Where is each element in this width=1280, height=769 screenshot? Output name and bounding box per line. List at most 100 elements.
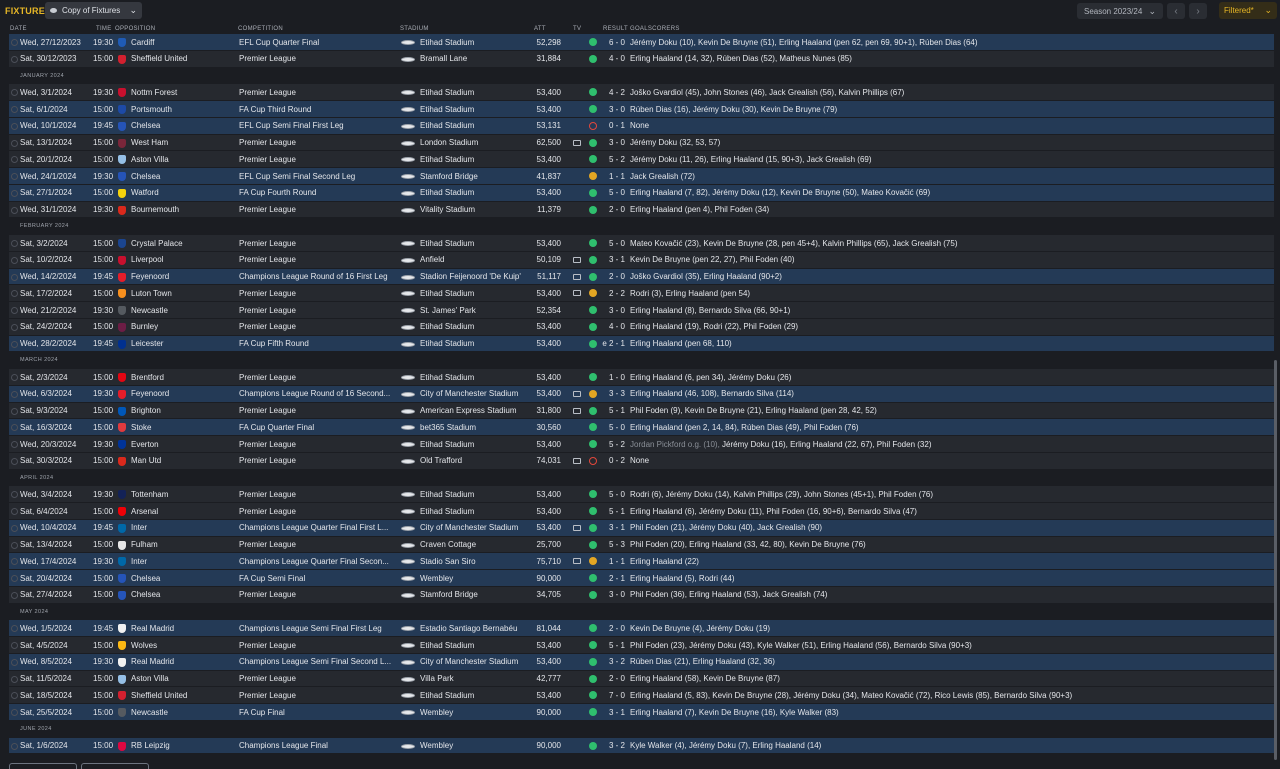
fixture-row[interactable]: Wed, 6/3/2024 19:30 Feyenoord Champions Lea… xyxy=(9,385,1274,403)
fixture-row[interactable]: Wed, 28/2/2024 19:45 Leicester FA Cup Fifth… xyxy=(9,335,1274,353)
competition-link[interactable]: Premier League xyxy=(239,54,296,63)
fixture-row[interactable]: Wed, 17/4/2024 19:30 Inter Champions League… xyxy=(9,553,1274,570)
next-season-button[interactable]: › xyxy=(1189,3,1207,19)
competition-link[interactable]: Premier League xyxy=(239,691,296,700)
opposition-link[interactable]: West Ham xyxy=(131,138,168,147)
match-score[interactable]: 5 - 0 xyxy=(600,188,625,197)
opposition-link[interactable]: Bournemouth xyxy=(131,205,179,214)
row-select-icon[interactable] xyxy=(11,106,18,113)
col-header-competition[interactable]: COMPETITION xyxy=(238,26,283,32)
competition-link[interactable]: EFL Cup Quarter Final xyxy=(239,38,319,47)
fixture-row[interactable]: Sat, 13/1/2024 15:00 West Ham Premier Leagu… xyxy=(9,134,1274,152)
fixture-row[interactable]: Sat, 27/4/2024 15:00 Chelsea Premier League… xyxy=(9,586,1274,604)
fixture-row[interactable]: Wed, 1/5/2024 19:45 Real Madrid Champions L… xyxy=(9,620,1274,637)
fixture-row[interactable]: Sat, 6/4/2024 15:00 Arsenal Premier League E… xyxy=(9,503,1274,520)
competition-link[interactable]: EFL Cup Semi Final Second Leg xyxy=(239,172,355,181)
match-score[interactable]: 2 - 2 xyxy=(600,289,625,298)
competition-link[interactable]: Champions League Quarter Final Secon... xyxy=(239,557,389,566)
opposition-link[interactable]: Liverpool xyxy=(131,255,163,264)
row-select-icon[interactable] xyxy=(11,591,18,599)
competition-link[interactable]: Premier League xyxy=(239,255,296,264)
match-score[interactable]: 0 - 2 xyxy=(600,456,625,465)
bottom-tab-left[interactable] xyxy=(9,763,77,769)
bottom-tab-right[interactable] xyxy=(81,763,149,769)
match-score[interactable]: 3 - 1 xyxy=(600,523,625,532)
fixture-row[interactable]: Sat, 18/5/2024 15:00 Sheffield United Premi… xyxy=(9,687,1274,704)
fixture-row[interactable]: Sat, 9/3/2024 15:00 Brighton Premier League… xyxy=(9,402,1274,420)
view-selector[interactable]: Copy of Fixtures ⌄ xyxy=(45,2,142,19)
fixture-row[interactable]: Sat, 24/2/2024 15:00 Burnley Premier League… xyxy=(9,318,1274,336)
match-score[interactable]: 2 - 0 xyxy=(600,205,625,214)
opposition-link[interactable]: Sheffield United xyxy=(131,54,187,63)
competition-link[interactable]: Premier League xyxy=(239,155,296,164)
row-select-icon[interactable] xyxy=(11,189,18,197)
competition-link[interactable]: EFL Cup Semi Final First Leg xyxy=(239,121,344,130)
competition-link[interactable]: Premier League xyxy=(239,373,296,382)
match-score[interactable]: 7 - 0 xyxy=(600,691,625,700)
competition-link[interactable]: Premier League xyxy=(239,289,296,298)
competition-link[interactable]: Champions League Semi Final Second L... xyxy=(239,657,391,666)
row-select-icon[interactable] xyxy=(11,139,18,147)
match-score[interactable]: 3 - 2 xyxy=(600,741,625,750)
row-select-icon[interactable] xyxy=(11,39,18,46)
match-score[interactable]: 5 - 0 xyxy=(600,490,625,499)
match-score[interactable]: 3 - 0 xyxy=(600,306,625,315)
opposition-link[interactable]: Chelsea xyxy=(131,590,160,599)
match-score[interactable]: 3 - 3 xyxy=(600,389,625,398)
fixture-row[interactable]: Wed, 8/5/2024 19:30 Real Madrid Champions L… xyxy=(9,653,1274,671)
row-select-icon[interactable] xyxy=(11,575,18,582)
prev-season-button[interactable]: ‹ xyxy=(1167,3,1185,19)
competition-link[interactable]: Premier League xyxy=(239,138,296,147)
fixture-row[interactable]: Wed, 21/2/2024 19:30 Newcastle Premier Leag… xyxy=(9,302,1274,319)
match-score[interactable]: 3 - 1 xyxy=(600,255,625,264)
competition-link[interactable]: Premier League xyxy=(239,322,296,331)
match-score[interactable]: 4 - 0 xyxy=(600,322,625,331)
opposition-link[interactable]: Real Madrid xyxy=(131,624,174,633)
fixture-row[interactable]: Sat, 25/5/2024 15:00 Newcastle FA Cup Final… xyxy=(9,704,1274,721)
row-select-icon[interactable] xyxy=(11,558,18,566)
match-score[interactable]: 6 - 0 xyxy=(600,38,625,47)
competition-link[interactable]: FA Cup Final xyxy=(239,708,285,717)
col-header-result[interactable]: RESULT xyxy=(603,26,628,32)
row-select-icon[interactable] xyxy=(11,55,18,63)
row-select-icon[interactable] xyxy=(11,323,18,331)
match-score[interactable]: 2 - 0 xyxy=(600,272,625,281)
row-select-icon[interactable] xyxy=(11,658,18,666)
fixture-row[interactable]: Sat, 1/6/2024 15:00 RB Leipzig Champions Le… xyxy=(9,737,1274,755)
row-select-icon[interactable] xyxy=(11,407,18,415)
scrollbar[interactable] xyxy=(1274,360,1277,760)
fixture-row[interactable]: Sat, 3/2/2024 15:00 Crystal Palace Premier … xyxy=(9,235,1274,252)
opposition-link[interactable]: Inter xyxy=(131,523,147,532)
competition-link[interactable]: FA Cup Third Round xyxy=(239,105,311,114)
competition-link[interactable]: Premier League xyxy=(239,540,296,549)
fixture-row[interactable]: Sat, 30/12/2023 15:00 Sheffield United Prem… xyxy=(9,50,1274,68)
row-select-icon[interactable] xyxy=(11,307,18,314)
competition-link[interactable]: Premier League xyxy=(239,507,296,516)
row-select-icon[interactable] xyxy=(11,692,18,700)
competition-link[interactable]: Champions League Round of 16 Second... xyxy=(239,389,390,398)
competition-link[interactable]: Premier League xyxy=(239,674,296,683)
opposition-link[interactable]: Everton xyxy=(131,440,159,449)
fixture-row[interactable]: Wed, 20/3/2024 19:30 Everton Premier League… xyxy=(9,436,1274,453)
fixture-row[interactable]: Wed, 31/1/2024 19:30 Bournemouth Premier Le… xyxy=(9,201,1274,219)
row-select-icon[interactable] xyxy=(11,256,18,264)
competition-link[interactable]: Champions League Quarter Final First L..… xyxy=(239,523,388,532)
opposition-link[interactable]: Sheffield United xyxy=(131,691,187,700)
competition-link[interactable]: Premier League xyxy=(239,406,296,415)
col-header-goalscorers[interactable]: GOALSCORERS xyxy=(630,26,680,32)
competition-link[interactable]: Premier League xyxy=(239,456,296,465)
col-header-time[interactable]: TIME xyxy=(96,26,112,32)
col-header-date[interactable]: DATE xyxy=(10,26,27,32)
opposition-link[interactable]: Feyenoord xyxy=(131,389,169,398)
fixture-row[interactable]: Sat, 2/3/2024 15:00 Brentford Premier Leagu… xyxy=(9,369,1274,386)
opposition-link[interactable]: Newcastle xyxy=(131,708,168,717)
row-select-icon[interactable] xyxy=(11,290,18,298)
match-score[interactable]: 3 - 0 xyxy=(600,590,625,599)
fixture-row[interactable]: Sat, 6/1/2024 15:00 Portsmouth FA Cup Third… xyxy=(9,101,1274,118)
row-select-icon[interactable] xyxy=(11,457,18,465)
opposition-link[interactable]: Watford xyxy=(131,188,159,197)
fixture-row[interactable]: Wed, 10/4/2024 19:45 Inter Champions League… xyxy=(9,519,1274,537)
row-select-icon[interactable] xyxy=(11,273,18,281)
match-score[interactable]: 1 - 1 xyxy=(600,172,625,181)
match-score[interactable]: 5 - 2 xyxy=(600,155,625,164)
